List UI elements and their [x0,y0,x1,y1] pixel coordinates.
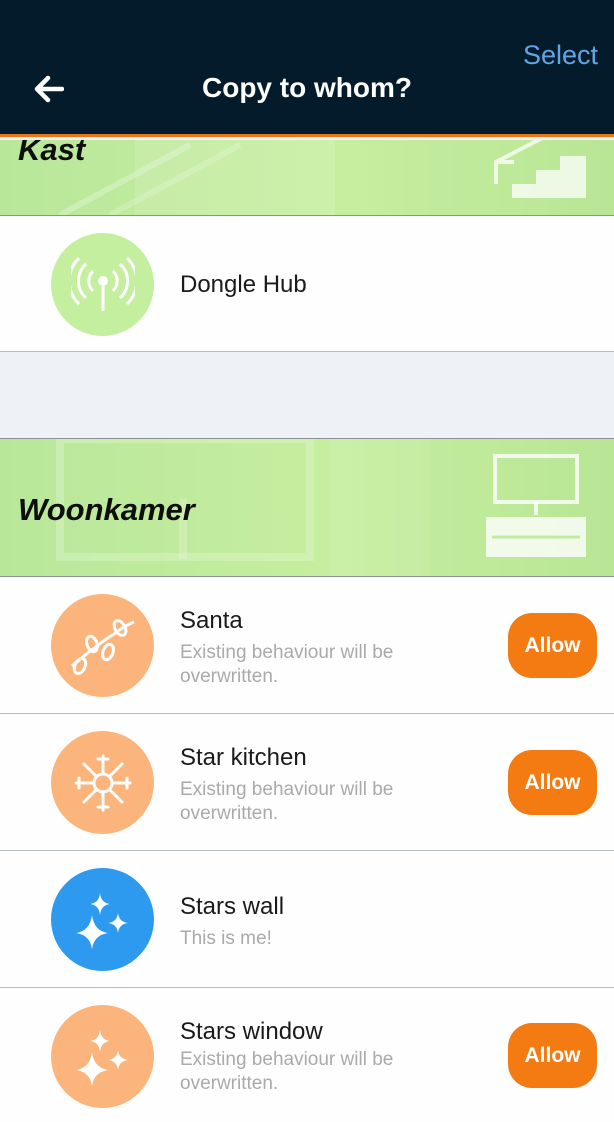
string-lights-icon [70,618,135,675]
device-row-stars-window[interactable]: Stars window Existing behaviour will be … [0,988,614,1122]
allow-button[interactable]: Allow [508,750,597,815]
device-name: Stars window [180,1018,323,1045]
app-header: Copy to whom? Select [0,0,614,137]
device-row-stars-wall[interactable]: Stars wall This is me! [0,851,614,988]
page-title: Copy to whom? [202,72,412,103]
allow-button[interactable]: Allow [508,1023,597,1088]
section-header-woonkamer: Woonkamer [0,439,614,576]
device-name: Santa [180,607,243,634]
device-status: Existing behaviour will be overwritten. [180,642,394,687]
device-status: This is me! [180,928,272,949]
section-header-kast: Kast [0,140,614,215]
device-avatar [51,868,154,971]
device-avatar [51,1005,154,1108]
device-name: Dongle Hub [180,271,307,298]
antenna-icon [70,256,135,311]
device-status: Existing behaviour will be overwritten. [180,779,394,824]
allow-button[interactable]: Allow [508,613,597,678]
device-row-santa[interactable]: Santa Existing behaviour will be overwri… [0,577,614,714]
device-name: Stars wall [180,893,285,920]
select-button[interactable]: Select [523,40,598,71]
section-spacer [0,353,614,438]
device-avatar [51,731,154,834]
sparkles-icon [75,1029,128,1086]
stairs-icon [488,140,586,198]
device-status: Existing behaviour will be overwritten. [180,1049,394,1094]
device-avatar [51,594,154,697]
section-title: Woonkamer [18,492,195,527]
sparkles-icon [75,892,128,949]
device-row-star-kitchen[interactable]: Star kitchen Existing behaviour will be … [0,714,614,851]
device-name: Star kitchen [180,744,307,771]
device-row-dongle-hub[interactable]: Dongle Hub [0,216,614,352]
section-title: Kast [18,140,86,167]
device-avatar [51,233,154,336]
tv-desk-icon [486,454,586,557]
snowflake-icon [74,754,131,811]
